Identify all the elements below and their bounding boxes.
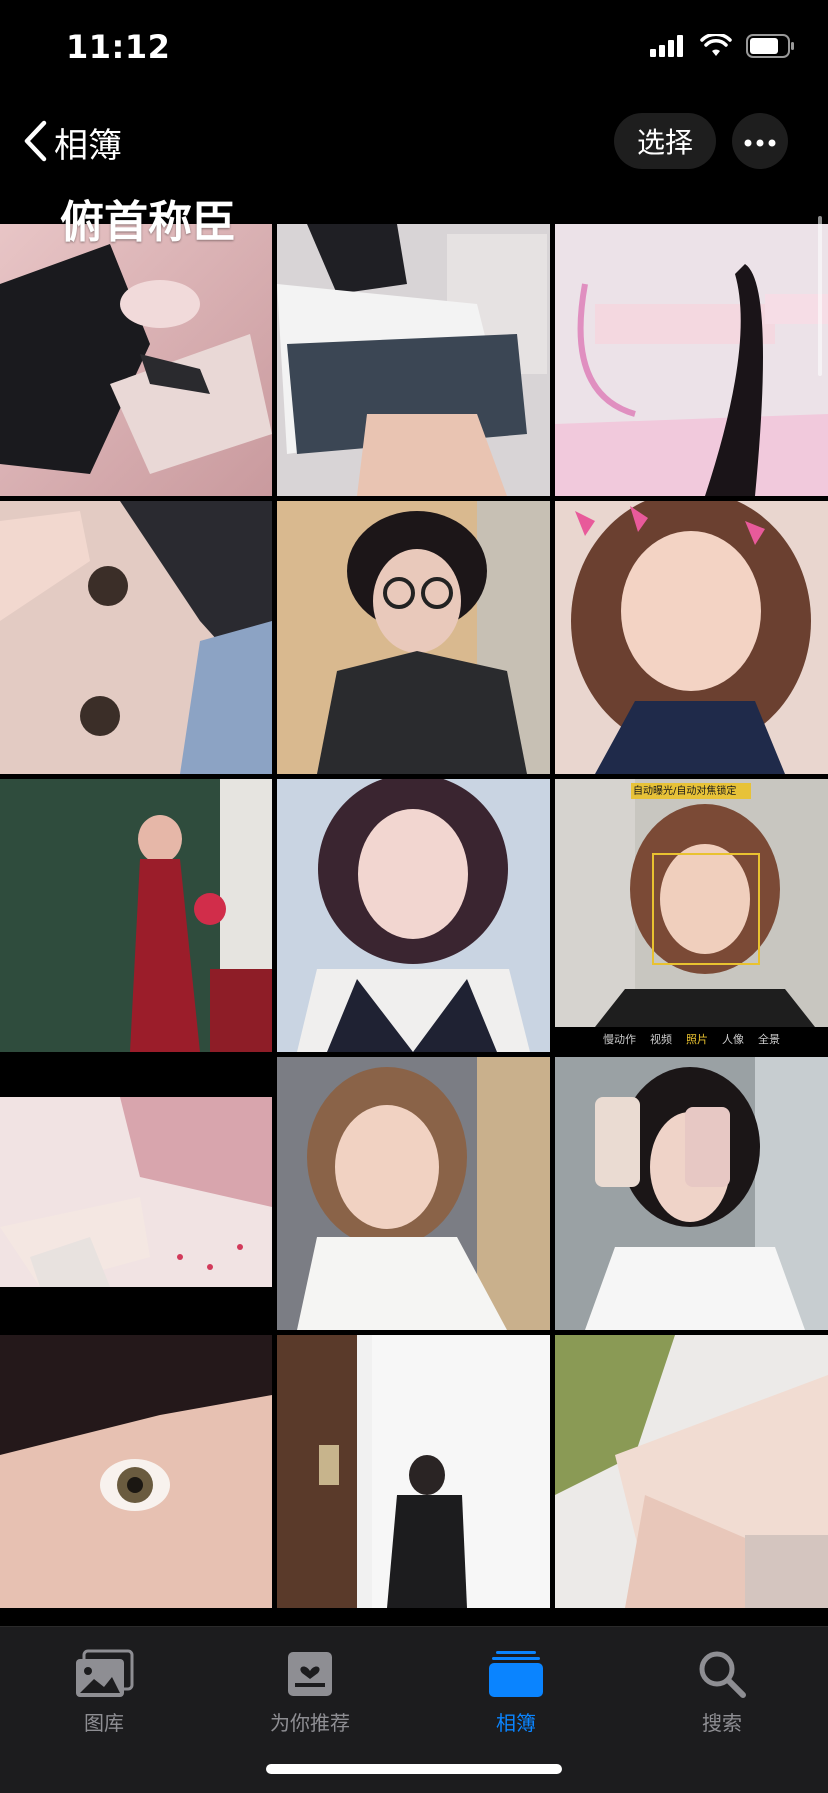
photo-thumbnail[interactable] — [0, 224, 272, 496]
cellular-signal-icon — [650, 35, 686, 61]
status-bar: 11:12 — [0, 0, 828, 96]
back-button[interactable]: 相簿 — [22, 118, 122, 167]
photo-thumbnail[interactable] — [277, 1057, 550, 1330]
camera-mode-pano: 全景 — [758, 1033, 780, 1046]
tab-search-label: 搜索 — [702, 1711, 742, 1735]
photo-library-icon — [24, 1641, 184, 1699]
navigation-bar: 相簿 选择 — [0, 100, 828, 188]
photo-thumbnail[interactable] — [277, 1335, 550, 1608]
select-button[interactable]: 选择 — [614, 113, 716, 169]
photo-thumbnail[interactable] — [277, 224, 550, 496]
chevron-left-icon — [22, 120, 48, 166]
photo-thumbnail[interactable] — [555, 224, 828, 496]
photo-thumbnail[interactable] — [555, 1057, 828, 1330]
wifi-icon — [700, 32, 732, 62]
battery-icon — [746, 34, 796, 62]
album-title: 俯首称臣 — [60, 197, 236, 248]
camera-lock-label: 自动曝光/自动对焦锁定 — [633, 786, 737, 797]
ellipsis-icon — [744, 132, 776, 151]
search-icon — [642, 1641, 802, 1699]
home-indicator[interactable] — [266, 1764, 562, 1774]
tab-search[interactable]: 搜索 — [642, 1641, 802, 1736]
photo-thumbnail[interactable] — [0, 1057, 272, 1330]
scroll-indicator[interactable] — [818, 216, 822, 376]
camera-mode-video: 视频 — [650, 1033, 672, 1046]
status-time: 11:12 — [66, 28, 171, 66]
camera-modes: 慢动作 视频 照片 人像 全景 — [555, 1031, 828, 1047]
photo-thumbnail[interactable] — [0, 1335, 272, 1608]
albums-icon — [436, 1641, 596, 1699]
photo-thumbnail[interactable] — [277, 779, 550, 1052]
tab-for-you[interactable]: 为你推荐 — [230, 1641, 390, 1736]
tab-albums-label: 相簿 — [496, 1711, 536, 1735]
for-you-icon — [230, 1641, 390, 1699]
tab-albums[interactable]: 相簿 — [436, 1641, 596, 1736]
camera-mode-photo: 照片 — [686, 1033, 708, 1046]
more-options-button[interactable] — [732, 113, 788, 169]
tab-library[interactable]: 图库 — [24, 1641, 184, 1736]
camera-screenshot-thumbnail[interactable]: 自动曝光/自动对焦锁定 慢动作 视频 照片 人像 全景 — [555, 779, 828, 1052]
tab-for-you-label: 为你推荐 — [270, 1711, 350, 1735]
status-icons — [650, 32, 796, 62]
back-label: 相簿 — [54, 126, 122, 166]
photo-thumbnail[interactable] — [277, 501, 550, 774]
photo-thumbnail[interactable] — [0, 779, 272, 1052]
camera-mode-portrait: 人像 — [722, 1033, 744, 1046]
photo-thumbnail[interactable] — [555, 501, 828, 774]
photo-thumbnail[interactable] — [555, 1335, 828, 1608]
photo-thumbnail[interactable] — [0, 501, 272, 774]
camera-mode-slowmo: 慢动作 — [603, 1033, 636, 1046]
tab-library-label: 图库 — [84, 1711, 124, 1735]
